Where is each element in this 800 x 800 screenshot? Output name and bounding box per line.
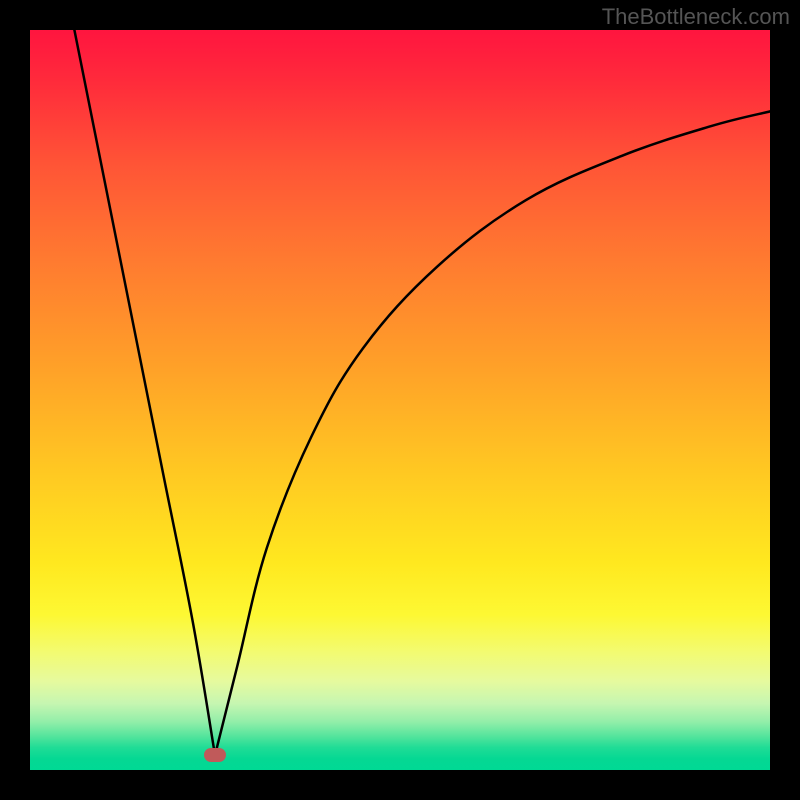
curve-left-branch [74,30,215,755]
bottleneck-curve [30,30,770,770]
attribution-text: TheBottleneck.com [602,4,790,30]
optimum-marker [204,748,226,762]
curve-right-branch [215,111,770,755]
plot-area [30,30,770,770]
chart-frame: TheBottleneck.com [0,0,800,800]
